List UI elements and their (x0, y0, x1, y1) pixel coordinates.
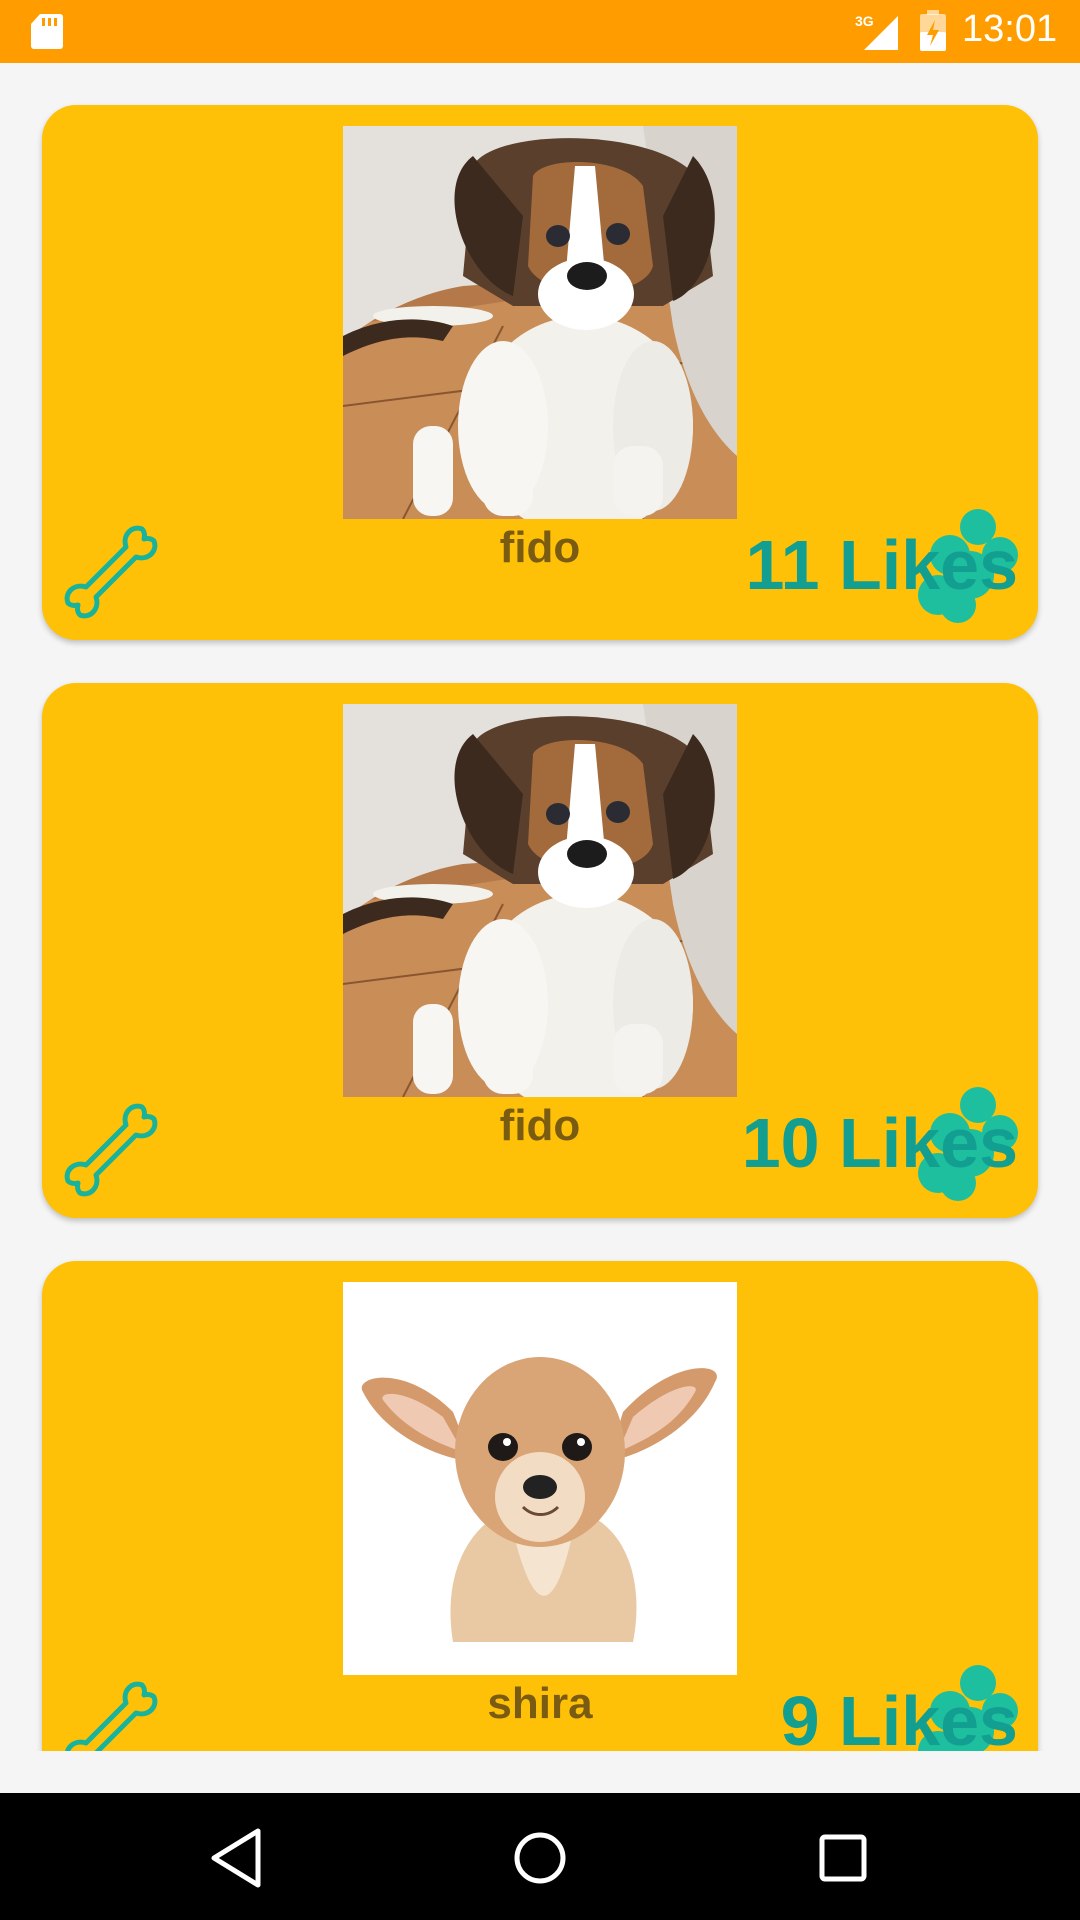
like-button[interactable]: 11 Likes (718, 505, 1018, 625)
svg-text:3G: 3G (855, 13, 874, 29)
bone-icon[interactable] (58, 519, 168, 629)
sd-card-icon (31, 14, 63, 49)
battery-charging-icon (920, 10, 946, 51)
recents-icon[interactable] (808, 1823, 878, 1893)
bone-icon[interactable] (58, 1097, 168, 1207)
cell-signal-icon: 3G (855, 13, 898, 50)
pet-photo[interactable] (343, 1282, 737, 1675)
back-icon[interactable] (202, 1823, 272, 1893)
home-icon[interactable] (505, 1823, 575, 1893)
pet-photo[interactable] (343, 126, 737, 519)
bone-icon[interactable] (58, 1675, 168, 1751)
likes-count: 11 Likes (745, 526, 1018, 604)
beagle-puppy-image (343, 704, 737, 1097)
like-button[interactable]: 10 Likes (718, 1083, 1018, 1203)
like-button[interactable]: 9 Likes (718, 1661, 1018, 1751)
post-card[interactable]: fido 10 Likes (42, 683, 1038, 1218)
post-feed[interactable]: fido 11 Likes fido 10 Likes shira 9 Like… (0, 63, 1080, 1751)
status-bar: 3G 13:01 (0, 0, 1080, 63)
post-card[interactable]: shira 9 Likes (42, 1261, 1038, 1751)
clock: 13:01 (962, 8, 1058, 50)
likes-count: 9 Likes (780, 1682, 1018, 1751)
chihuahua-image (343, 1282, 737, 1675)
post-card[interactable]: fido 11 Likes (42, 105, 1038, 640)
beagle-puppy-image (343, 126, 737, 519)
pet-photo[interactable] (343, 704, 737, 1097)
navigation-bar (0, 1793, 1080, 1920)
likes-count: 10 Likes (741, 1104, 1018, 1182)
